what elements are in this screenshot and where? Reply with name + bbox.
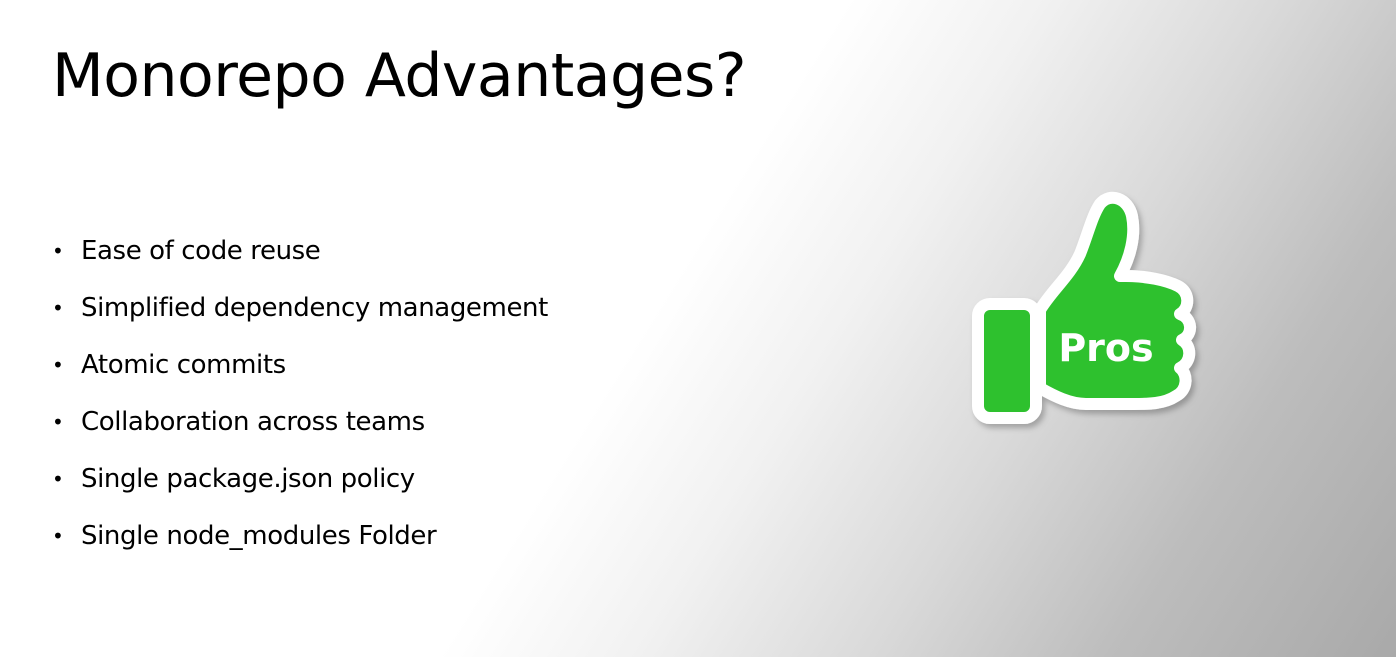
bullet-marker: • — [52, 409, 64, 434]
slide-title: Monorepo Advantages? — [52, 41, 747, 111]
list-item-text: Ease of code reuse — [81, 235, 321, 266]
bullet-marker: • — [52, 523, 64, 548]
list-item-text: Single package.json policy — [81, 463, 415, 494]
bullet-marker: • — [52, 295, 64, 320]
list-item-text: Collaboration across teams — [81, 406, 425, 437]
thumb-hand — [1034, 191, 1196, 410]
bullet-marker: • — [52, 352, 64, 377]
list-item: • Single package.json policy — [50, 450, 548, 507]
pros-badge: Pros — [966, 182, 1214, 434]
advantages-list: • Ease of code reuse • Simplified depend… — [50, 222, 548, 564]
list-item: • Collaboration across teams — [50, 393, 548, 450]
bullet-marker: • — [52, 238, 64, 263]
list-item-text: Simplified dependency management — [81, 292, 548, 323]
list-item: • Simplified dependency management — [50, 279, 548, 336]
bullet-marker: • — [52, 466, 64, 491]
slide: Monorepo Advantages? • Ease of code reus… — [0, 0, 1396, 657]
list-item: • Ease of code reuse — [50, 222, 548, 279]
list-item-text: Atomic commits — [81, 349, 286, 380]
list-item-text: Single node_modules Folder — [81, 520, 437, 551]
pros-label: Pros — [1058, 326, 1153, 370]
thumbs-up-icon: Pros — [972, 191, 1196, 424]
thumb-cuff — [972, 298, 1042, 424]
list-item: • Atomic commits — [50, 336, 548, 393]
list-item: • Single node_modules Folder — [50, 507, 548, 564]
